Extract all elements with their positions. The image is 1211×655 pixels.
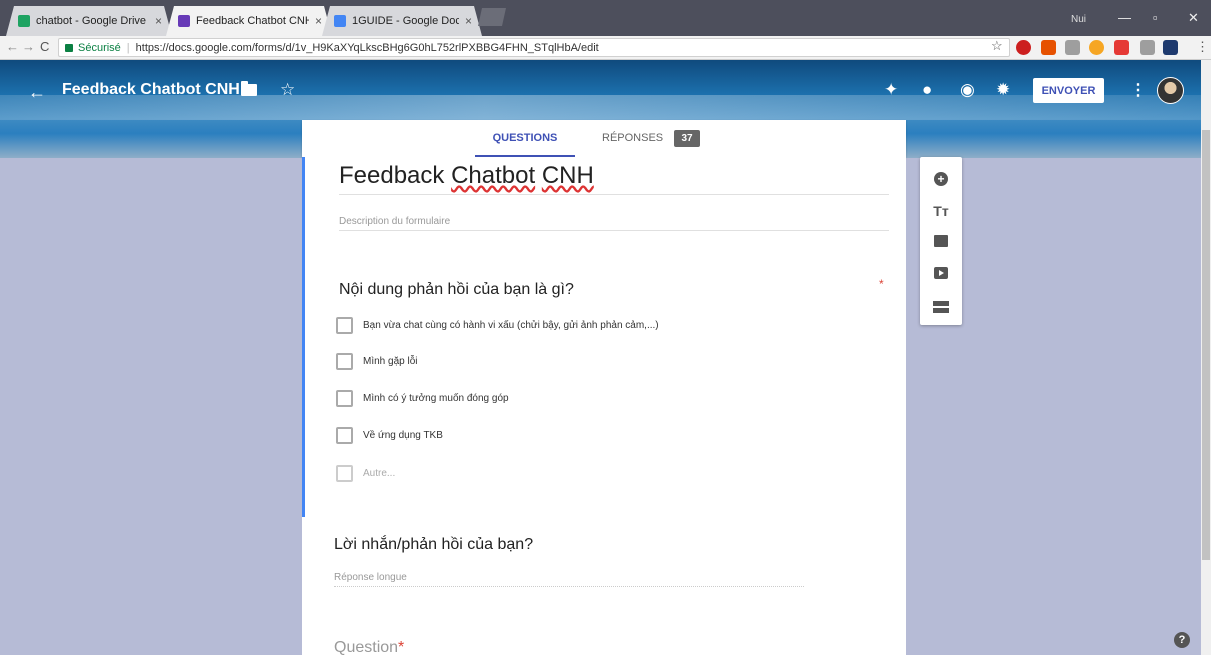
minimize-icon[interactable]: — [1118, 10, 1131, 25]
question-label: Question [334, 639, 399, 655]
option-label: Về ứng dụng TKB [363, 430, 443, 441]
checkbox-icon[interactable] [336, 390, 353, 407]
browser-tab-docs[interactable]: 1GUIDE - Google Docs × [322, 6, 482, 36]
checkbox-option[interactable]: Bạn vừa chat cùng có hành vi xấu (chửi b… [336, 317, 659, 334]
tab-title: chatbot - Google Drive [36, 15, 147, 27]
checkbox-icon[interactable] [336, 317, 353, 334]
drive-icon [18, 15, 30, 27]
red-extension-icon[interactable] [1114, 40, 1129, 55]
close-tab-icon[interactable]: × [315, 14, 322, 28]
required-mark: * [398, 639, 405, 655]
add-question-button[interactable]: + [931, 169, 951, 189]
secure-label: Sécurisé [78, 41, 121, 54]
section-icon [933, 301, 949, 313]
palette-icon[interactable]: ● [922, 80, 932, 100]
settings-gear-icon[interactable]: ✹ [996, 80, 1010, 100]
long-answer-placeholder: Réponse longue [334, 572, 407, 583]
checkbox-icon[interactable] [336, 465, 353, 482]
back-arrow-icon[interactable]: ← [28, 82, 46, 103]
tab-title: Feedback Chatbot CNH [196, 15, 309, 27]
opera-extension-icon[interactable] [1016, 40, 1031, 55]
url-text: https://docs.google.com/forms/d/1v_H9KaX… [135, 41, 599, 54]
checkbox-option[interactable]: Về ứng dụng TKB [336, 427, 443, 444]
title-text-icon: Tт [933, 203, 949, 219]
browser-tab-strip: chatbot - Google Drive × Feedback Chatbo… [0, 0, 1211, 36]
new-tab-button[interactable] [478, 8, 506, 26]
camera-extension-icon[interactable] [1065, 40, 1080, 55]
form-toolbar: + Tт [920, 157, 962, 325]
emoji-extension-icon[interactable] [1089, 40, 1104, 55]
question-title[interactable]: Nội dung phản hồi của bạn là gì? [339, 281, 574, 299]
form-title-part: Chatbot [451, 162, 536, 189]
option-label: Mình gặp lỗi [363, 356, 418, 367]
url-separator: | [126, 41, 130, 54]
form-title-part: Feedback [339, 162, 452, 189]
form-title-part [535, 162, 542, 189]
add-section-button[interactable] [931, 297, 951, 317]
close-tab-icon[interactable]: × [155, 14, 162, 28]
checkbox-option[interactable]: Mình gặp lỗi [336, 353, 417, 370]
form-card: Feedback Chatbot CNH Description du form… [302, 157, 906, 517]
add-video-button[interactable] [931, 263, 951, 283]
bookmark-star-icon[interactable]: ☆ [991, 38, 1003, 54]
image-icon [934, 235, 948, 247]
send-button[interactable]: ENVOYER [1033, 78, 1104, 103]
address-bar-row: ← → C Sécurisé | https://docs.google.com… [0, 36, 1211, 60]
form-title-part: CNH [541, 162, 594, 189]
docs-icon [334, 15, 346, 27]
question-card: Lời nhắn/phản hồi của bạn? Réponse longu… [302, 517, 906, 655]
close-tab-icon[interactable]: × [465, 14, 472, 28]
more-vert-icon[interactable]: ⋮ [1130, 80, 1146, 100]
option-label: Autre... [363, 468, 396, 479]
reload-icon[interactable]: C [40, 39, 49, 54]
addon-puzzle-icon[interactable]: ✦ [884, 80, 898, 100]
add-circle-icon: + [934, 172, 948, 186]
window-close-icon[interactable]: ✕ [1188, 10, 1199, 26]
form-title-header: Feedback Chatbot CNH [62, 81, 240, 98]
lock-icon [65, 43, 73, 52]
forms-icon [178, 15, 190, 27]
maximize-icon[interactable]: ▫ [1153, 10, 1158, 25]
star-icon[interactable]: ☆ [280, 80, 295, 100]
add-title-button[interactable]: Tт [931, 201, 951, 221]
add-image-button[interactable] [931, 231, 951, 251]
checkbox-icon[interactable] [336, 427, 353, 444]
chrome-menu-icon[interactable]: ⋮ [1196, 39, 1209, 55]
tab-title: 1GUIDE - Google Docs [352, 15, 459, 27]
puzzle-extension-icon[interactable] [1140, 40, 1155, 55]
tab-responses[interactable]: RÉPONSES [602, 120, 663, 157]
required-mark: * [879, 277, 884, 291]
back-nav-icon[interactable]: ← [6, 39, 19, 54]
url-input[interactable]: Sécurisé | https://docs.google.com/forms… [58, 38, 1010, 57]
scrollbar-thumb[interactable] [1202, 130, 1210, 560]
checkbox-option-other[interactable]: Autre... [336, 465, 395, 482]
forward-nav-icon[interactable]: → [22, 39, 35, 54]
response-count-badge: 37 [674, 130, 700, 147]
form-tabs: QUESTIONS RÉPONSES 37 [302, 120, 906, 157]
browser-user-name[interactable]: Nui [1071, 14, 1086, 25]
browser-tab-forms[interactable]: Feedback Chatbot CNH × [166, 6, 332, 36]
j-extension-icon[interactable] [1163, 40, 1178, 55]
video-icon [934, 267, 948, 279]
checkbox-option[interactable]: Mình có ý tưởng muốn đóng góp [336, 390, 509, 407]
help-icon[interactable]: ? [1174, 632, 1190, 648]
form-description-input[interactable]: Description du formulaire [339, 216, 450, 227]
browser-tab-drive[interactable]: chatbot - Google Drive × [6, 6, 172, 36]
tab-questions[interactable]: QUESTIONS [475, 120, 575, 157]
avatar[interactable] [1157, 77, 1184, 104]
checkbox-icon[interactable] [336, 353, 353, 370]
form-title-input[interactable]: Feedback Chatbot CNH [339, 162, 594, 190]
question-title[interactable]: Lời nhắn/phản hồi của bạn? [334, 536, 533, 554]
preview-eye-icon[interactable]: ◉ [960, 80, 975, 100]
option-label: Mình có ý tưởng muốn đóng góp [363, 393, 509, 404]
folder-icon[interactable] [241, 81, 257, 96]
question-title[interactable]: Question* [334, 639, 404, 655]
option-label: Bạn vừa chat cùng có hành vi xấu (chửi b… [363, 320, 659, 331]
pdf-extension-icon[interactable] [1041, 40, 1056, 55]
